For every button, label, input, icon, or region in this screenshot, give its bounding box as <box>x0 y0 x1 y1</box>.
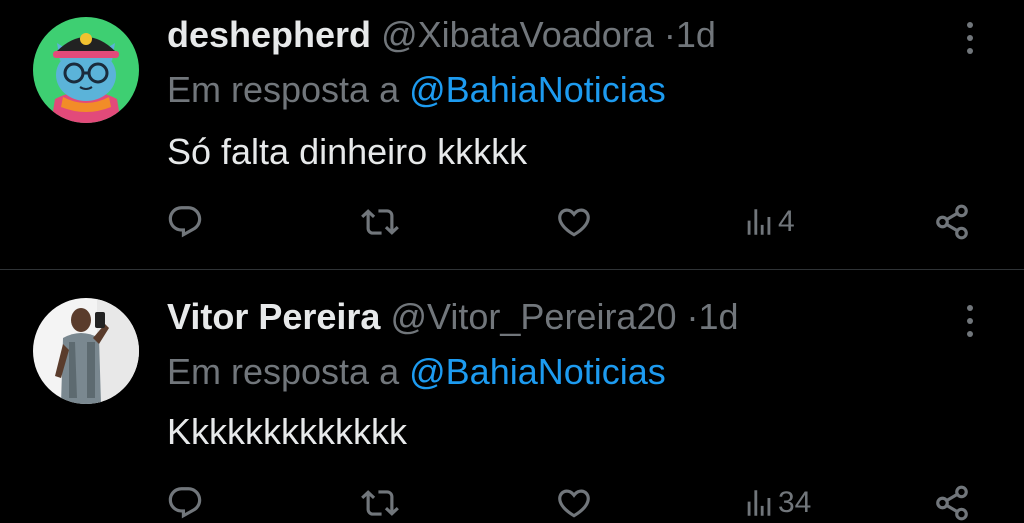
reply-icon <box>168 487 202 519</box>
tweet-text: Kkkkkkkkkkkkk <box>167 411 408 452</box>
share-icon <box>936 485 968 521</box>
more-icon <box>967 305 973 311</box>
reply-button[interactable] <box>166 202 204 242</box>
share-icon <box>936 204 968 240</box>
more-options-button[interactable] <box>958 18 982 58</box>
tweet-divider <box>0 269 1024 270</box>
retweet-icon <box>361 209 399 235</box>
author-name[interactable]: Vitor Pereira <box>167 296 380 337</box>
retweet-button[interactable] <box>361 202 399 242</box>
more-icon <box>967 48 973 54</box>
views-icon <box>747 490 771 516</box>
like-button[interactable] <box>555 202 593 242</box>
reply-button[interactable] <box>166 483 204 523</box>
separator-dot: · <box>686 296 699 337</box>
timestamp[interactable]: 1d <box>676 14 716 55</box>
views-icon <box>747 209 771 235</box>
more-options-button[interactable] <box>958 301 982 341</box>
reply-mention-link[interactable]: @BahiaNoticias <box>409 351 666 392</box>
more-icon <box>967 318 973 324</box>
author-handle[interactable]: @XibataVoadora <box>381 14 654 55</box>
author-handle[interactable]: @Vitor_Pereira20 <box>390 296 676 337</box>
reply-icon <box>168 206 202 238</box>
like-icon <box>558 489 590 518</box>
views-button[interactable]: 4 <box>742 202 795 242</box>
more-icon <box>967 22 973 28</box>
share-button[interactable] <box>933 202 971 242</box>
like-button[interactable] <box>555 483 593 523</box>
retweet-icon <box>361 490 399 516</box>
more-icon <box>967 35 973 41</box>
avatar[interactable] <box>33 298 139 404</box>
reply-mention-link[interactable]: @BahiaNoticias <box>409 69 666 110</box>
views-button[interactable]: 34 <box>742 483 811 523</box>
reply-context: Em resposta a @BahiaNoticias <box>167 70 666 110</box>
author-name[interactable]: deshepherd <box>167 14 371 55</box>
action-bar: 4 <box>0 202 1024 242</box>
like-icon <box>558 208 590 237</box>
avatar[interactable] <box>33 17 139 123</box>
tweet-text: Só falta dinheiro kkkkk <box>167 131 528 172</box>
tweet[interactable]: Vitor Pereira @Vitor_Pereira20 ·1d Em re… <box>0 271 1024 523</box>
views-count: 4 <box>778 205 795 238</box>
reply-prefix: Em resposta a <box>167 69 400 110</box>
views-count: 34 <box>778 486 812 519</box>
tweet-header: Vitor Pereira @Vitor_Pereira20 ·1d <box>167 297 739 337</box>
reply-context: Em resposta a @BahiaNoticias <box>167 352 666 392</box>
tweet[interactable]: deshepherd @XibataVoadora ·1d Em respost… <box>0 0 1024 270</box>
action-bar: 34 <box>0 483 1024 523</box>
tweet-header: deshepherd @XibataVoadora ·1d <box>167 15 716 55</box>
share-button[interactable] <box>933 483 971 523</box>
reply-prefix: Em resposta a <box>167 351 400 392</box>
more-icon <box>967 331 973 337</box>
separator-dot: · <box>663 14 676 55</box>
timestamp[interactable]: 1d <box>699 296 739 337</box>
retweet-button[interactable] <box>361 483 399 523</box>
